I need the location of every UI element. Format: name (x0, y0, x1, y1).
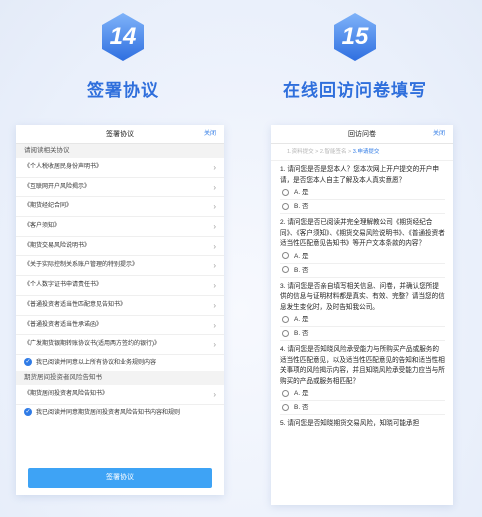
radio-icon (282, 329, 289, 337)
agreement-item[interactable]: 《期货交易风险说明书》 › (16, 237, 224, 257)
progress-steps: 1.资料提交 > 2.智能签名 > 3.申请提交 (271, 144, 453, 161)
option-b[interactable]: B. 否 (280, 401, 445, 415)
agreement-item[interactable]: 《个人税收居民身份声明书》 › (16, 158, 224, 178)
question-text: 3. 请问您是否亲自填写相关信息、问卷，并确认您所提供的信息与证明材料都是真实、… (280, 282, 445, 311)
chevron-right-icon: › (213, 300, 216, 310)
option-b[interactable]: B. 否 (280, 200, 445, 214)
chevron-right-icon: › (213, 389, 216, 399)
agreement-item[interactable]: 《普通投资者适当性承诺函》 › (16, 316, 224, 336)
chevron-right-icon: › (213, 340, 216, 350)
close-button[interactable]: 关闭 (204, 125, 216, 144)
agreement-item[interactable]: 《期货经纪合同》 › (16, 197, 224, 218)
chevron-right-icon: › (213, 182, 216, 192)
chevron-right-icon: › (213, 163, 216, 172)
close-button[interactable]: 关闭 (433, 125, 445, 144)
agreement-item[interactable]: 《个人数字证书申请责任书》 › (16, 276, 224, 296)
agree-all-checkbox[interactable]: ✓ 我已阅读并同意以上所有协议和业务规则内容 (16, 355, 224, 371)
radio-icon (282, 403, 289, 411)
agreement-item[interactable]: 《普通投资者适当性匹配意见告知书》 › (16, 296, 224, 316)
step-15: 15 在线回访问卷填写 (245, 12, 465, 101)
section-header: 期货居间投资者风险告知书 (16, 370, 224, 385)
radio-icon (282, 266, 289, 274)
chevron-right-icon: › (213, 222, 216, 232)
step-title: 签署协议 (87, 81, 159, 100)
agreement-item[interactable]: 《关于实际控制关系账户管理的特别提示》 › (16, 256, 224, 277)
chevron-right-icon: › (213, 202, 216, 212)
radio-icon (282, 202, 289, 210)
option-a[interactable]: A. 是 (280, 387, 445, 401)
screen-header: 签署协议 关闭 (16, 125, 224, 144)
checked-icon: ✓ (24, 407, 32, 416)
question-text: 5. 请问您是否知晓期货交易风险，知晓可能承担 (280, 420, 420, 427)
screen-header: 回访问卷 关闭 (271, 125, 453, 144)
agreement-item[interactable]: 《互联网开户风险揭示》 › (16, 178, 224, 198)
sign-agreement-screen: 签署协议 关闭 请阅读相关协议 《个人税收居民身份声明书》 › 《互联网开户风险揭… (16, 125, 224, 495)
option-a[interactable]: A. 是 (280, 186, 445, 200)
progress-step-active: 3.申请提交 (352, 149, 380, 155)
radio-icon (282, 252, 289, 260)
progress-step: 1.资料提交 (287, 149, 314, 155)
step-number: 14 (109, 23, 137, 50)
chevron-right-icon: › (213, 241, 216, 251)
step-number: 15 (341, 23, 369, 50)
chevron-right-icon: › (213, 281, 216, 291)
agreement-list: 《个人税收居民身份声明书》 › 《互联网开户风险揭示》 › 《期货经纪合同》 › 《客… (16, 158, 224, 355)
option-a[interactable]: A. 是 (280, 250, 445, 264)
question-4: 4. 请问您是否知晓风险承受能力与所购买产品或服务的适当性匹配意见，以及适当性匹… (271, 341, 453, 415)
question-text: 2. 请问您是否已阅读并完全理解教公司《期货经纪合同》、《客户须知》、《期货交易… (280, 219, 445, 247)
option-a[interactable]: A. 是 (280, 313, 445, 327)
question-2: 2. 请问您是否已阅读并完全理解教公司《期货经纪合同》、《客户须知》、《期货交易… (271, 214, 453, 278)
agreement-item[interactable]: 《客户须知》 › (16, 217, 224, 237)
question-3: 3. 请问您是否亲自填写相关信息、问卷，并确认您所提供的信息与证明材料都是真实、… (271, 278, 453, 341)
step-number-badge: 14 (100, 12, 146, 62)
agree-label: 我已阅读并同意期货居间投资者风险告知书内容和规则 (36, 409, 181, 416)
section-header: 请阅读相关协议 (16, 144, 224, 158)
radio-icon (282, 315, 289, 323)
screen-title: 回访问卷 (348, 131, 376, 138)
agree-label: 我已阅读并同意以上所有协议和业务规则内容 (36, 359, 157, 366)
checked-icon: ✓ (24, 358, 32, 367)
option-b[interactable]: B. 否 (280, 264, 445, 278)
option-b[interactable]: B. 否 (280, 327, 445, 341)
question-text: 4. 请问您是否知晓风险承受能力与所购买产品或服务的适当性匹配意见，以及适当性匹… (280, 346, 445, 385)
chevron-right-icon: › (213, 261, 216, 271)
step-14: 14 签署协议 (13, 12, 233, 101)
agreement-item[interactable]: 《广发期货银期转账协议书(适用两方签约的银行)》 › (16, 335, 224, 355)
step-number-badge: 15 (332, 12, 378, 62)
step-title: 在线回访问卷填写 (283, 81, 427, 100)
agreement-item[interactable]: 《期货居间投资者风险告知书》 › (16, 385, 224, 405)
agree-risk-checkbox[interactable]: ✓ 我已阅读并同意期货居间投资者风险告知书内容和规则 (16, 405, 224, 421)
sign-agreement-button[interactable]: 签署协议 (28, 468, 212, 488)
question-5: 5. 请问您是否知晓期货交易风险，知晓可能承担 (271, 415, 453, 430)
question-text: 1. 请问您是否是您本人？您本次网上开户提交的开户申请，是否您本人自主了解及本人… (280, 166, 439, 184)
chevron-right-icon: › (213, 320, 216, 330)
screen-title: 签署协议 (106, 131, 134, 138)
radio-icon (282, 188, 289, 196)
radio-icon (282, 389, 289, 397)
questionnaire-screen: 回访问卷 关闭 1.资料提交 > 2.智能签名 > 3.申请提交 1. 请问您是… (271, 125, 453, 505)
progress-step: 2.智能签名 (319, 149, 347, 155)
question-1: 1. 请问您是否是您本人？您本次网上开户提交的开户申请，是否您本人自主了解及本人… (271, 161, 453, 214)
